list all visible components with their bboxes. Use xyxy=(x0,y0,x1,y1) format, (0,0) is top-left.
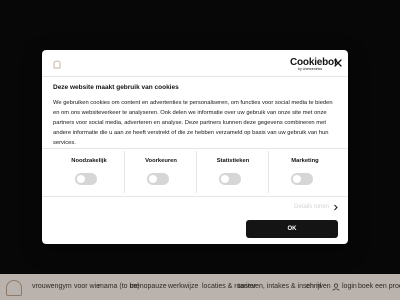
toggle-marketing: Marketing xyxy=(269,151,341,193)
cookiebot-logo: Cookiebot by Usercentrics xyxy=(290,57,337,71)
toggle-label-statistics: Statistieken xyxy=(216,158,250,164)
toggle-switch-marketing[interactable] xyxy=(291,173,313,185)
header-divider xyxy=(42,76,348,77)
close-icon[interactable] xyxy=(332,57,344,69)
toggle-label-marketing: Marketing xyxy=(291,158,319,164)
nav-overlay xyxy=(0,274,400,300)
toggles-divider xyxy=(42,196,348,197)
toggle-label-necessary: Noodzakelijk xyxy=(71,158,107,164)
toggle-preferences: Voorkeuren xyxy=(125,151,197,193)
toggle-switch-preferences[interactable] xyxy=(147,173,169,185)
chevron-right-icon[interactable] xyxy=(333,204,339,211)
dialog-description: We gebruiken cookies om content en adver… xyxy=(53,100,333,146)
toggle-knob xyxy=(77,175,85,183)
content-divider xyxy=(42,148,348,149)
toggle-statistics: Statistieken xyxy=(197,151,269,193)
toggle-label-preferences: Voorkeuren xyxy=(145,158,177,164)
site-logo-icon xyxy=(53,60,61,69)
cookiebot-logo-subtitle: by Usercentrics xyxy=(298,67,323,71)
toggle-switch-necessary[interactable] xyxy=(75,173,97,185)
toggle-knob xyxy=(149,175,157,183)
dialog-title: Deze website maakt gebruik van cookies xyxy=(53,84,179,91)
cookie-consent-dialog: Cookiebot by Usercentrics Deze website m… xyxy=(42,50,348,244)
toggle-knob xyxy=(221,175,229,183)
toggle-necessary: Noodzakelijk xyxy=(53,151,125,193)
show-details-link[interactable]: Details tonen xyxy=(294,204,329,210)
consent-toggles: Noodzakelijk Voorkeuren Statistieken Mar… xyxy=(53,151,339,193)
ok-button[interactable]: OK xyxy=(246,220,338,238)
toggle-switch-statistics[interactable] xyxy=(219,173,241,185)
toggle-knob xyxy=(293,175,301,183)
